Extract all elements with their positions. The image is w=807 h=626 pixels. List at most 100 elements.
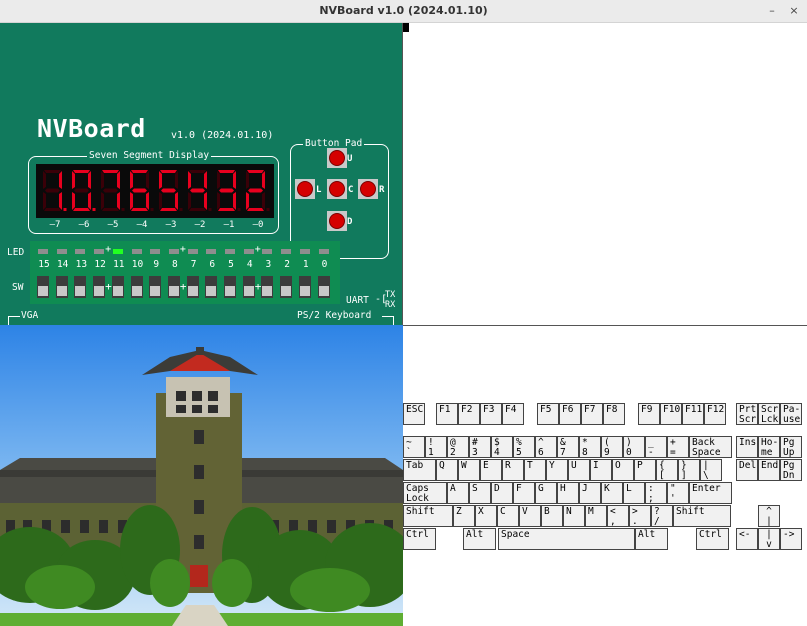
switch-2[interactable] [280, 276, 293, 298]
key-back-space[interactable]: Back Space [689, 436, 732, 458]
key-space[interactable]: Space [498, 528, 635, 550]
switch-9[interactable] [149, 276, 162, 298]
switch-3[interactable] [261, 276, 274, 298]
key-v[interactable]: V [519, 505, 541, 527]
switch-8[interactable] [167, 276, 180, 298]
switch-1[interactable] [298, 276, 311, 298]
key-pg-dn[interactable]: Pg Dn [780, 459, 802, 481]
key-pg-up[interactable]: Pg Up [780, 436, 802, 458]
key-pa-use[interactable]: Pa-use [780, 403, 802, 425]
switch-5[interactable] [224, 276, 236, 298]
switch-11[interactable] [111, 276, 124, 298]
key-1[interactable]: ! 1 [425, 436, 447, 458]
key-f5[interactable]: F5 [537, 403, 559, 425]
key-j[interactable]: J [579, 482, 601, 504]
key-f4[interactable]: F4 [502, 403, 524, 425]
button-left[interactable] [295, 179, 315, 199]
key-end[interactable]: End [758, 459, 780, 481]
key-f6[interactable]: F6 [559, 403, 581, 425]
key-a[interactable]: A [447, 482, 469, 504]
switch-12[interactable] [93, 276, 106, 298]
key-c[interactable]: C [497, 505, 519, 527]
key-5[interactable]: % 5 [513, 436, 535, 458]
key-4[interactable]: $4 [491, 436, 513, 458]
switch-0[interactable] [317, 276, 330, 298]
switch-10[interactable] [130, 276, 143, 298]
key-l[interactable]: L [623, 482, 645, 504]
key-shift[interactable]: Shift [403, 505, 453, 527]
key-2[interactable]: @2 [447, 436, 469, 458]
key-[interactable]: <, [607, 505, 629, 527]
key-ctrl[interactable]: Ctrl [403, 528, 436, 550]
button-right[interactable] [358, 179, 378, 199]
key-p[interactable]: P [634, 459, 656, 481]
key-f12[interactable]: F12 [704, 403, 726, 425]
button-down[interactable] [327, 211, 347, 231]
key-del[interactable]: Del [736, 459, 758, 481]
key-z[interactable]: Z [453, 505, 475, 527]
key-[interactable]: | \ [700, 459, 722, 481]
key-3[interactable]: #3 [469, 436, 491, 458]
key-[interactable]: <- [736, 528, 758, 550]
switch-14[interactable] [55, 276, 68, 298]
key-t[interactable]: T [524, 459, 546, 481]
switch-15[interactable] [37, 276, 49, 298]
switch-4[interactable] [242, 276, 255, 298]
key-[interactable]: ? / [651, 505, 673, 527]
key-k[interactable]: K [601, 482, 623, 504]
key-7[interactable]: & 7 [557, 436, 579, 458]
key-[interactable]: ^ | [758, 505, 780, 527]
key-f2[interactable]: F2 [458, 403, 480, 425]
key-q[interactable]: Q [436, 459, 458, 481]
close-button[interactable]: × [786, 3, 802, 19]
key-b[interactable]: B [541, 505, 563, 527]
key-ho-me[interactable]: Ho-me [758, 436, 780, 458]
button-up[interactable] [327, 148, 347, 168]
key-u[interactable]: U [568, 459, 590, 481]
switch-7[interactable] [186, 276, 199, 298]
key-[interactable]: _ - [645, 436, 667, 458]
key-0[interactable]: ) 0 [623, 436, 645, 458]
key-[interactable]: }] [678, 459, 700, 481]
key-y[interactable]: Y [546, 459, 568, 481]
key-f10[interactable]: F10 [660, 403, 682, 425]
key-f1[interactable]: F1 [436, 403, 458, 425]
key-n[interactable]: N [563, 505, 585, 527]
key-scr-lck[interactable]: Scr Lck [758, 403, 780, 425]
key-[interactable]: {[ [656, 459, 678, 481]
key-r[interactable]: R [502, 459, 524, 481]
key-h[interactable]: H [557, 482, 579, 504]
key-e[interactable]: E [480, 459, 502, 481]
key-tab[interactable]: Tab [403, 459, 436, 481]
key-i[interactable]: I [590, 459, 612, 481]
key-s[interactable]: S [469, 482, 491, 504]
key-alt[interactable]: Alt [635, 528, 668, 550]
minimize-button[interactable]: – [764, 3, 780, 19]
key-g[interactable]: G [535, 482, 557, 504]
key-f8[interactable]: F8 [603, 403, 625, 425]
switch-6[interactable] [205, 276, 218, 298]
key-enter[interactable]: Enter [689, 482, 732, 504]
key-esc[interactable]: ESC [403, 403, 425, 425]
key-f[interactable]: F [513, 482, 535, 504]
key-caps-lock[interactable]: Caps Lock [403, 482, 447, 504]
key-d[interactable]: D [491, 482, 513, 504]
key-v[interactable]: | v [758, 528, 780, 550]
key-[interactable]: + = [667, 436, 689, 458]
key-[interactable]: ~ ` [403, 436, 425, 458]
button-center[interactable] [327, 179, 347, 199]
key-ctrl[interactable]: Ctrl [696, 528, 729, 550]
key-8[interactable]: * 8 [579, 436, 601, 458]
key-9[interactable]: (9 [601, 436, 623, 458]
key-w[interactable]: W [458, 459, 480, 481]
key-shift[interactable]: Shift [673, 505, 731, 527]
key-prt-scr[interactable]: Prt Scr [736, 403, 758, 425]
key-[interactable]: :; [645, 482, 667, 504]
key-f11[interactable]: F11 [682, 403, 704, 425]
key-m[interactable]: M [585, 505, 607, 527]
key-[interactable]: -> [780, 528, 802, 550]
key-6[interactable]: ^ 6 [535, 436, 557, 458]
key-alt[interactable]: Alt [463, 528, 496, 550]
key-f3[interactable]: F3 [480, 403, 502, 425]
key-o[interactable]: O [612, 459, 634, 481]
